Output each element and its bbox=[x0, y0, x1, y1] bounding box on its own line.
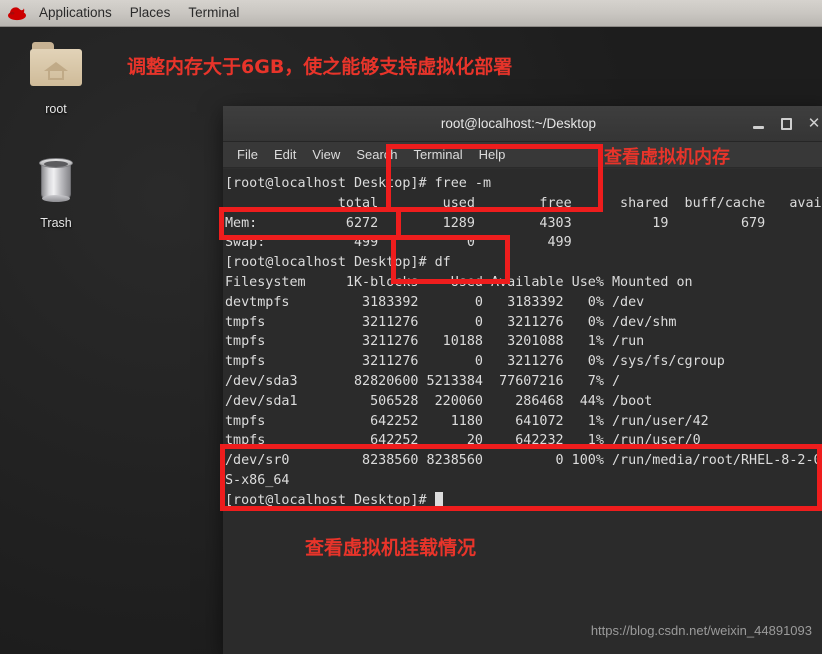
terminal-cursor bbox=[434, 491, 443, 506]
menu-edit[interactable]: Edit bbox=[266, 145, 304, 164]
panel-item-places[interactable]: Places bbox=[121, 2, 180, 24]
menu-view[interactable]: View bbox=[304, 145, 348, 164]
desktop-icon-root-label: root bbox=[45, 102, 67, 116]
terminal-menubar[interactable]: File Edit View Search Terminal Help bbox=[223, 142, 822, 168]
terminal-title: root@localhost:~/Desktop bbox=[440, 116, 597, 131]
minimize-icon bbox=[752, 125, 764, 129]
menu-terminal[interactable]: Terminal bbox=[406, 145, 471, 164]
close-button[interactable]: ✕ bbox=[800, 106, 822, 142]
close-icon: ✕ bbox=[807, 115, 821, 132]
gnome-top-panel[interactable]: Applications Places Terminal bbox=[0, 0, 822, 27]
menu-search[interactable]: Search bbox=[348, 145, 405, 164]
terminal-output-area[interactable]: [root@localhost Desktop]# free -m total … bbox=[223, 169, 822, 654]
minimize-button[interactable] bbox=[744, 106, 772, 142]
annotation-memory-size: 调整内存大于6GB，使之能够支持虚拟化部署 bbox=[127, 56, 513, 78]
terminal-window[interactable]: root@localhost:~/Desktop ✕ File Edit Vie… bbox=[223, 106, 822, 654]
annotation-view-memory: 查看虚拟机内存 bbox=[604, 147, 730, 168]
terminal-text: [root@localhost Desktop]# free -m total … bbox=[225, 176, 822, 508]
redhat-logo-icon bbox=[6, 4, 28, 22]
watermark: https://blog.csdn.net/weixin_44891093 bbox=[590, 623, 812, 638]
annotation-view-mount: 查看虚拟机挂载情况 bbox=[305, 537, 477, 559]
panel-item-applications[interactable]: Applications bbox=[30, 2, 121, 24]
home-folder-icon bbox=[14, 38, 98, 100]
desktop-icon-trash-label: Trash bbox=[40, 216, 72, 230]
maximize-button[interactable] bbox=[772, 106, 800, 142]
maximize-icon bbox=[780, 117, 792, 130]
trash-bin-icon bbox=[14, 152, 98, 214]
menu-file[interactable]: File bbox=[229, 145, 266, 164]
desktop-icon-root[interactable]: root bbox=[14, 38, 98, 116]
desktop-background: root Trash root@localhost:~/Desktop ✕ Fi… bbox=[0, 0, 822, 654]
menu-help[interactable]: Help bbox=[471, 145, 514, 164]
desktop-icon-trash[interactable]: Trash bbox=[14, 152, 98, 230]
panel-item-terminal[interactable]: Terminal bbox=[179, 2, 248, 24]
terminal-titlebar[interactable]: root@localhost:~/Desktop ✕ bbox=[223, 106, 822, 142]
